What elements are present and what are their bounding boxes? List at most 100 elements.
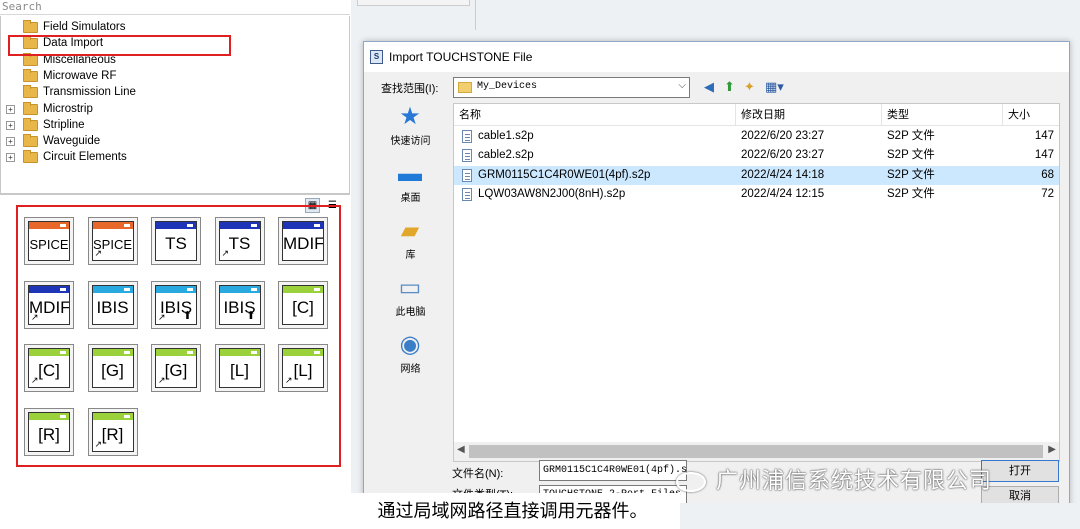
tree-item[interactable]: Field Simulators: [1, 19, 341, 35]
search-input[interactable]: Search: [0, 0, 350, 15]
component-tile[interactable]: [R]: [24, 407, 74, 456]
new-folder-icon[interactable]: ✦: [744, 79, 755, 95]
component-tile[interactable]: [C]: [278, 280, 328, 329]
tree-item[interactable]: + Microstrip: [1, 101, 341, 117]
column-date[interactable]: 修改日期: [736, 104, 882, 126]
place-label: 库: [405, 250, 416, 261]
shortcut-arrow-icon: ↗: [94, 248, 103, 258]
tree-item[interactable]: + Waveguide: [1, 133, 341, 149]
back-icon[interactable]: ◀: [704, 79, 714, 95]
component-icon: [L] ↗: [282, 348, 324, 388]
place-label: 快速访问: [390, 136, 431, 147]
app-icon: S: [370, 50, 383, 64]
component-tile[interactable]: MDIF: [278, 217, 328, 265]
folder-icon: [23, 68, 38, 82]
shortcut-arrow-icon: ↗: [94, 438, 103, 449]
component-icon: [C]: [282, 284, 324, 325]
component-tile[interactable]: IBIS ⬆: [214, 280, 265, 329]
file-name: cable2.s2p: [478, 149, 534, 162]
component-icon: TS: [155, 221, 197, 261]
folder-icon: [23, 52, 38, 66]
expand-icon[interactable]: +: [6, 153, 15, 163]
tree-item-label: Stripline: [43, 118, 85, 131]
filename-input[interactable]: GRM0115C1C4R0WE01(4pf).s2p: [539, 460, 687, 481]
component-tile[interactable]: TS ↗: [214, 217, 265, 265]
place-desktop[interactable]: ▬ 桌面: [369, 159, 452, 215]
component-band: [29, 349, 69, 356]
tree-item[interactable]: + Circuit Elements: [1, 149, 341, 165]
file-date: 2022/6/20 23:27: [741, 130, 825, 142]
component-tile[interactable]: [G] ↗: [151, 344, 201, 392]
file-row[interactable]: cable2.s2p 2022/6/20 23:27 S2P 文件 147: [454, 146, 1059, 165]
component-tile[interactable]: IBIS ↗ ⬆: [151, 280, 201, 329]
file-row[interactable]: GRM0115C1C4R0WE01(4pf).s2p 2022/4/24 14:1…: [454, 165, 1059, 185]
library-icon: ▰: [400, 217, 420, 244]
file-list: 名称 修改日期 类型 大小 cable1.s2p 2022/6/20 23:27 S…: [453, 103, 1060, 462]
file-icon: [462, 187, 472, 201]
folder-icon: [458, 82, 472, 93]
scroll-left-icon[interactable]: ◀: [457, 444, 465, 455]
file-type: S2P 文件: [887, 187, 935, 200]
computer-icon: ▭: [398, 274, 422, 301]
view-menu-icon[interactable]: ▦▾: [765, 79, 784, 95]
tree-item-label: Field Simulators: [43, 21, 126, 33]
component-icon: [R] ↗: [91, 411, 134, 452]
component-label: [L]: [230, 361, 249, 380]
column-name[interactable]: 名称: [454, 104, 736, 126]
component-tile[interactable]: [G]: [87, 344, 138, 392]
tree-item-label: Microwave RF: [43, 69, 117, 82]
network-icon: ◉: [399, 331, 421, 358]
component-icon: MDIF ↗: [28, 284, 70, 325]
place-star[interactable]: ★ 快速访问: [369, 102, 452, 158]
component-band: [92, 349, 133, 356]
component-band: [92, 412, 133, 420]
component-band: [29, 412, 69, 420]
upload-arrow-icon: ⬆: [182, 309, 192, 322]
component-tile[interactable]: [L] ↗: [278, 344, 328, 392]
dialog-title: Import TOUCHSTONE File: [389, 50, 533, 64]
tree-item-label: Circuit Elements: [43, 151, 127, 164]
component-icon: IBIS ⬆: [218, 284, 261, 325]
expand-icon[interactable]: +: [6, 137, 15, 147]
up-folder-icon[interactable]: ⬆: [724, 79, 735, 95]
component-tile[interactable]: TS: [151, 217, 201, 265]
expand-icon[interactable]: +: [6, 120, 15, 130]
tree-item[interactable]: + Stripline: [1, 117, 341, 133]
tree-item[interactable]: Transmission Line: [1, 84, 341, 100]
shortcut-arrow-icon: ↗: [158, 375, 166, 385]
horizontal-scrollbar[interactable]: ◀ ▶: [454, 442, 1059, 461]
component-tile[interactable]: [C] ↗: [24, 344, 74, 392]
folder-icon: [23, 150, 38, 164]
component-tile[interactable]: IBIS: [87, 280, 138, 329]
place-network[interactable]: ◉ 网络: [369, 330, 452, 386]
component-icon: IBIS ↗ ⬆: [155, 284, 197, 325]
file-row[interactable]: LQW03AW8N2J00(8nH).s2p 2022/4/24 12:15 S2P…: [454, 185, 1059, 204]
lookin-label: 查找范围(I):: [381, 83, 439, 95]
component-tile[interactable]: [R] ↗: [87, 407, 138, 456]
component-icon: [R]: [28, 411, 70, 452]
dialog-titlebar: S Import TOUCHSTONE File: [364, 42, 1069, 72]
component-icon: TS ↗: [218, 221, 261, 261]
component-tile[interactable]: MDIF ↗: [24, 280, 74, 329]
component-tile[interactable]: SPICE: [24, 217, 74, 265]
expand-icon[interactable]: +: [6, 104, 15, 114]
column-size[interactable]: 大小: [1003, 104, 1059, 126]
canvas-grid: [475, 0, 1080, 30]
file-type: S2P 文件: [887, 168, 935, 181]
component-tile[interactable]: [L]: [214, 344, 265, 392]
tree-item[interactable]: Microwave RF: [1, 68, 341, 84]
scroll-right-icon[interactable]: ▶: [1048, 444, 1056, 455]
component-icon: [G] ↗: [155, 348, 197, 388]
scroll-thumb[interactable]: [469, 445, 1043, 458]
component-band: [219, 222, 260, 229]
file-type: S2P 文件: [887, 130, 935, 142]
place-computer[interactable]: ▭ 此电脑: [369, 273, 452, 329]
component-tile[interactable]: SPICE ↗: [87, 217, 138, 265]
folder-icon: [23, 134, 38, 148]
place-library[interactable]: ▰ 库: [369, 216, 452, 272]
column-type[interactable]: 类型: [882, 104, 1003, 126]
file-row[interactable]: cable1.s2p 2022/6/20 23:27 S2P 文件 147: [454, 127, 1059, 146]
component-label: TS: [165, 234, 187, 253]
component-palette: SPICE SPICE ↗ TS TS ↗ MDIF MDIF ↗ IBIS IBIS ↗ ⬆ IBIS ⬆…: [16, 205, 341, 467]
lookin-dropdown[interactable]: My_Devices ⌵: [453, 77, 690, 98]
